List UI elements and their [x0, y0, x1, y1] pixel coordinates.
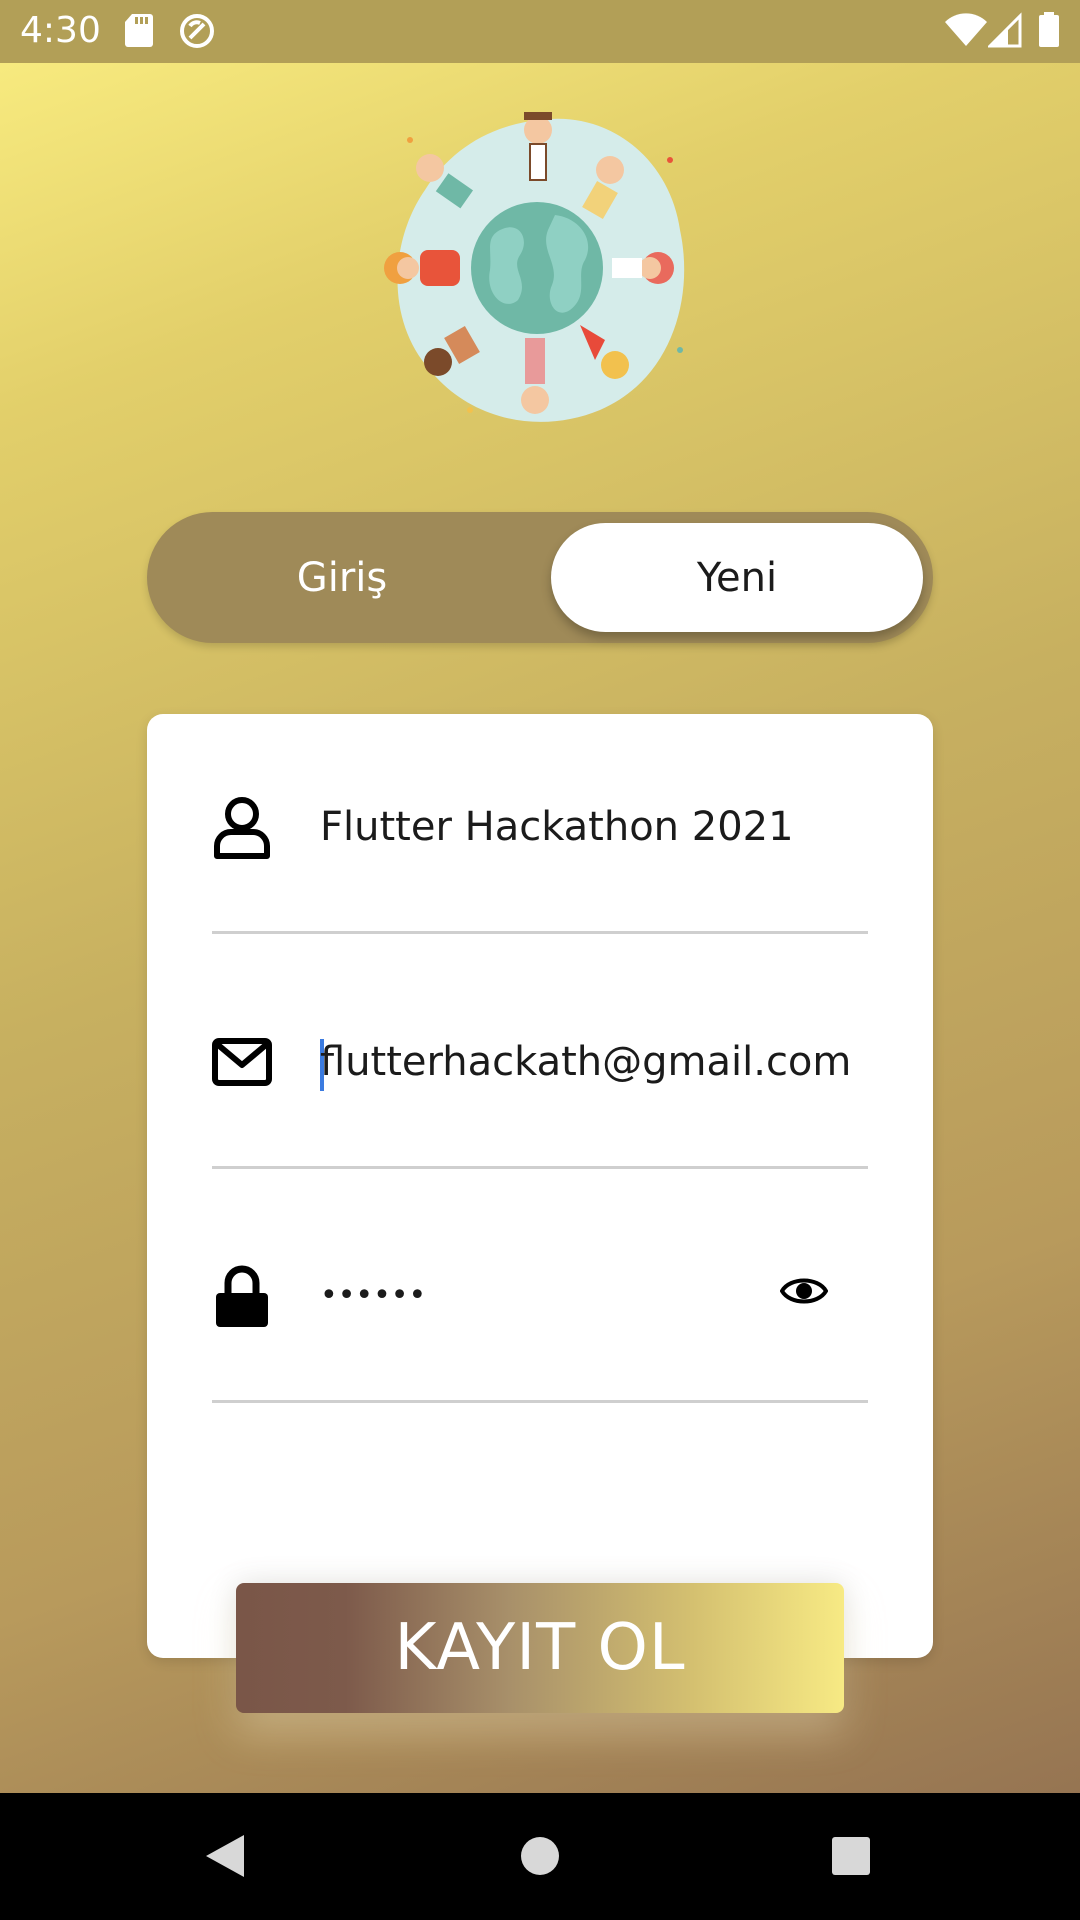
- email-input[interactable]: flutterhackath@gmail.com: [320, 1029, 868, 1095]
- tab-login[interactable]: Giriş: [147, 512, 537, 643]
- password-underline: [212, 1400, 868, 1403]
- recents-nav-icon[interactable]: [831, 1836, 871, 1876]
- tab-signup[interactable]: Yeni: [551, 523, 923, 632]
- status-time: 4:30: [20, 10, 101, 51]
- register-button[interactable]: KAYIT OL: [236, 1583, 844, 1713]
- status-bar: 4:30: [0, 0, 1080, 63]
- name-input[interactable]: Flutter Hackathon 2021: [320, 794, 868, 860]
- logo-illustration: [380, 100, 700, 430]
- signup-form-card: Flutter Hackathon 2021 flutterhackath@gm…: [147, 714, 933, 1658]
- lock-icon: [216, 1265, 268, 1327]
- back-nav-icon[interactable]: [204, 1833, 246, 1879]
- home-nav-icon[interactable]: [520, 1836, 560, 1876]
- name-field[interactable]: Flutter Hackathon 2021: [212, 794, 868, 934]
- cell-signal-icon: [988, 12, 1022, 48]
- wifi-icon: [945, 13, 987, 46]
- sync-icon: [180, 14, 214, 48]
- email-underline: [212, 1166, 868, 1169]
- email-field[interactable]: flutterhackath@gmail.com: [212, 1029, 868, 1169]
- battery-icon: [1039, 12, 1059, 47]
- name-underline: [212, 931, 868, 934]
- sd-card-icon: [125, 14, 153, 47]
- auth-toggle: Giriş Yeni: [147, 512, 933, 643]
- visibility-toggle-icon[interactable]: [780, 1271, 828, 1311]
- password-field[interactable]: ••••••: [212, 1263, 868, 1403]
- person-icon: [214, 797, 270, 859]
- navigation-bar: [0, 1793, 1080, 1920]
- mail-icon: [212, 1038, 272, 1086]
- globe-people-logo: [384, 112, 685, 422]
